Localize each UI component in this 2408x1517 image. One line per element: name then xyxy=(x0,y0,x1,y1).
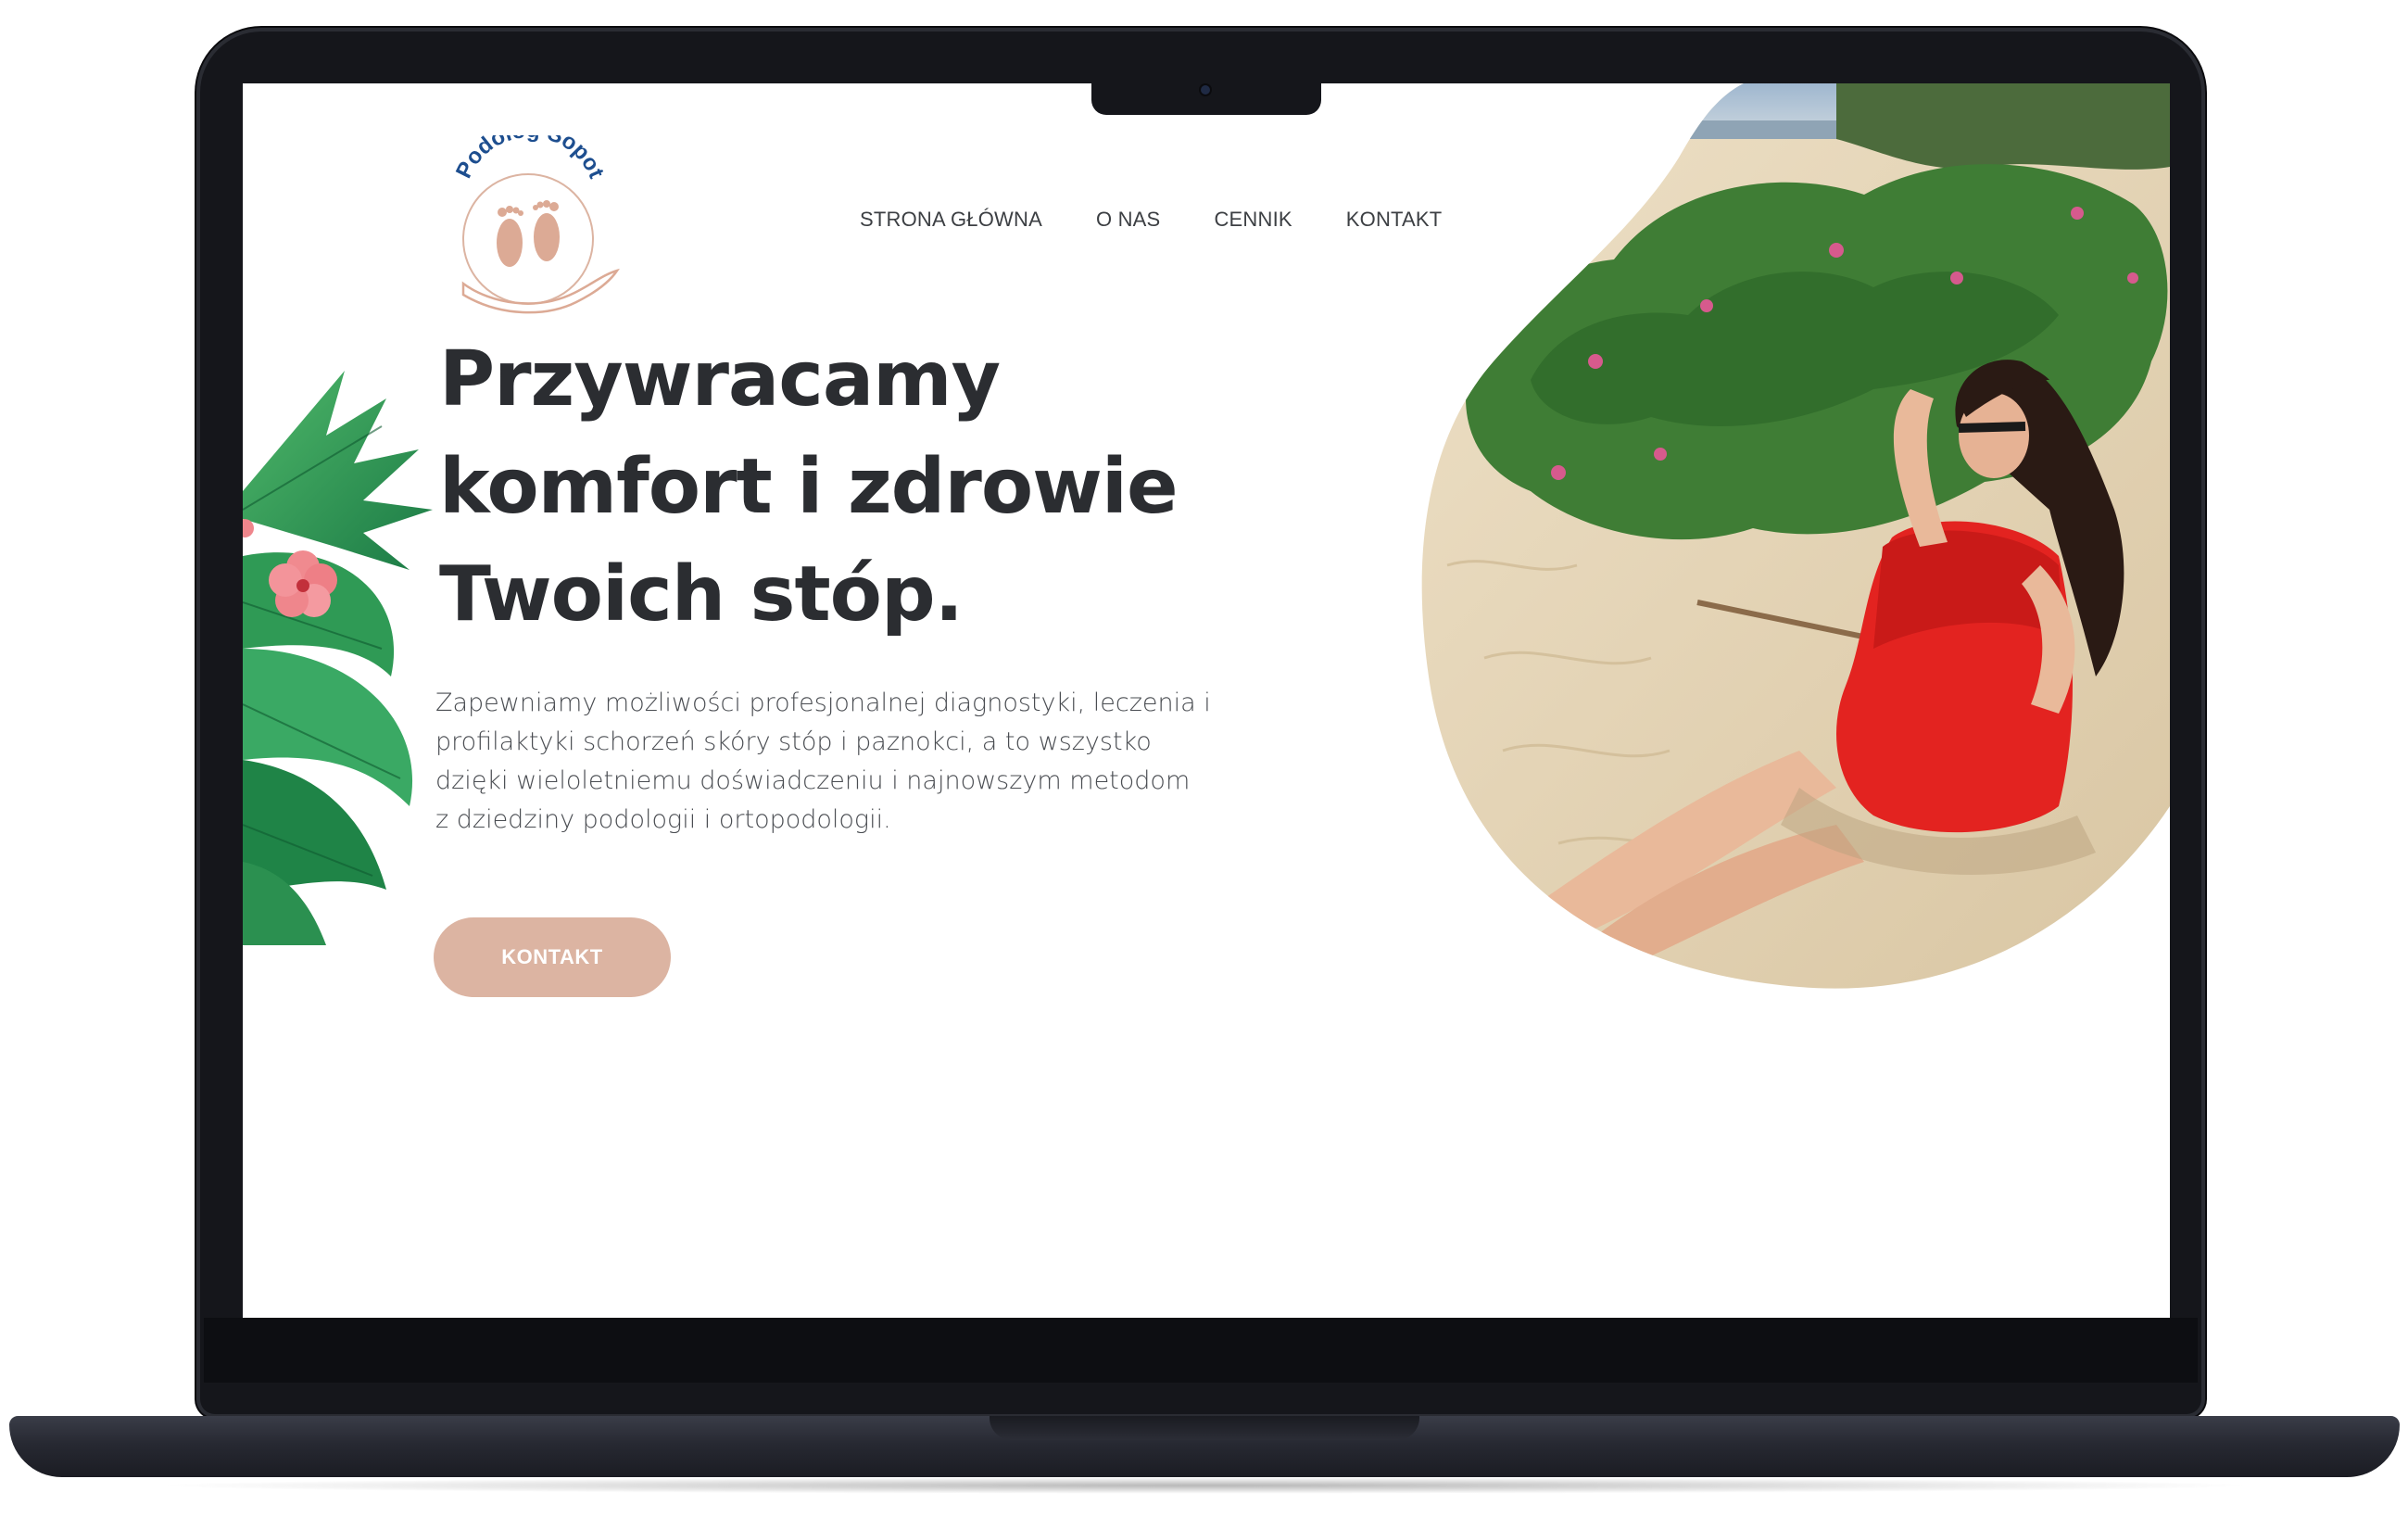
feet-logo-icon xyxy=(497,200,560,267)
laptop-bezel-bottom xyxy=(204,1318,2198,1383)
nav-item-home[interactable]: STRONA GŁÓWNA xyxy=(860,208,1042,232)
hero-photo xyxy=(1421,83,2170,989)
brand-logo[interactable]: Podolog Sopot xyxy=(435,135,621,321)
laptop-shadow xyxy=(148,1477,2261,1494)
hero-description-line: dzięki wieloletniemu doświadczeniu i naj… xyxy=(435,766,1191,795)
hero-description-line: z dziedziny podologii i ortopodologii. xyxy=(435,805,891,834)
hero-title-line: Przywracamy xyxy=(439,335,1001,423)
hand-logo-icon xyxy=(461,268,620,314)
browser-viewport: Podolog Sopot STRONA GŁÓWNA O NAS CENNIK… xyxy=(243,83,2170,1318)
hero-description-line: Zapewniamy możliwości profesjonalnej dia… xyxy=(435,689,1211,717)
camera-notch xyxy=(1091,78,1321,115)
hero-title-line: Twoich stóp. xyxy=(439,550,964,638)
hero-title: Przywracamy komfort i zdrowie Twoich stó… xyxy=(439,326,1199,649)
hero-title-line: komfort i zdrowie xyxy=(439,443,1179,531)
nav-item-pricing[interactable]: CENNIK xyxy=(1214,208,1292,232)
laptop-open-notch xyxy=(990,1416,1419,1440)
hero-description: Zapewniamy możliwości profesjonalnej dia… xyxy=(435,684,1214,840)
hero-description-line: profilaktyki schorzeń skóry stóp i pazno… xyxy=(435,727,1152,756)
camera-icon xyxy=(1201,85,1210,95)
nav-item-about[interactable]: O NAS xyxy=(1096,208,1160,232)
contact-button[interactable]: KONTAKT xyxy=(434,917,671,997)
palm-leaves-decoration xyxy=(243,371,433,945)
